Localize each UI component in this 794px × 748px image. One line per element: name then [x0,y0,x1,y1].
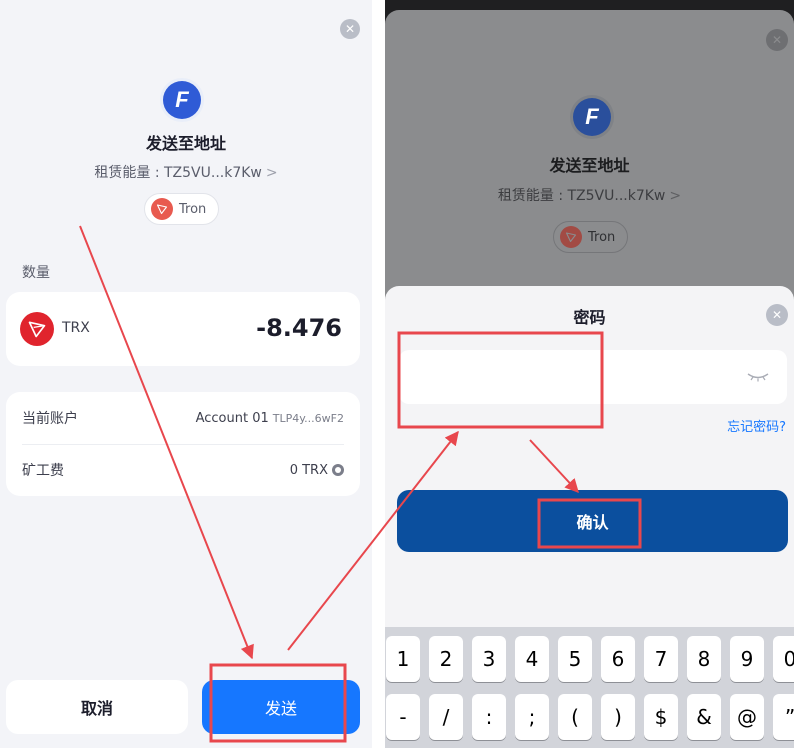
amount-section-label: 数量 [22,265,50,281]
wallet-logo-icon: F [163,81,201,119]
keyboard-key[interactable]: ” [773,694,794,740]
close-icon[interactable]: ✕ [340,19,360,39]
keyboard-key[interactable]: 1 [386,636,420,682]
close-icon: ✕ [766,29,788,51]
network-chip: Tron [553,221,629,253]
account-name: Account 01 [195,410,269,426]
network-chip-label: Tron [179,201,207,217]
send-button[interactable]: 发送 [202,680,360,734]
keyboard-row-symbols: -/:;()$&@” [385,694,794,742]
token-symbol: TRX [62,320,90,336]
keyboard-key[interactable]: 0 [773,636,794,682]
network-chip-label: Tron [588,229,616,245]
keyboard-key[interactable]: ) [601,694,635,740]
gear-icon[interactable] [332,464,344,476]
keyboard-key[interactable]: / [429,694,463,740]
keyboard-key[interactable]: 2 [429,636,463,682]
lease-energy-address-text: 租赁能量 : TZ5VU...k7Kw [497,188,666,204]
page-title: 发送至地址 [549,156,630,175]
current-account-label: 当前账户 [22,411,78,427]
forgot-password-link[interactable]: 忘记密码? [727,416,786,435]
network-fee-value: 0 TRX [289,462,328,478]
current-account-row: 当前账户 Account 01 TLP4y...6wF2 [6,392,360,444]
password-title: 密码 [573,308,606,327]
send-confirm-screen: ✕ F 发送至地址 租赁能量 : TZ5VU...k7Kw > Tron 数量 T… [0,0,372,748]
wallet-logo-icon: F [573,98,611,136]
page-title: 发送至地址 [145,134,226,153]
eye-closed-icon[interactable] [747,372,769,382]
keyboard-key[interactable]: 5 [558,636,592,682]
tron-icon [151,198,173,220]
network-fee-row[interactable]: 矿工费 0 TRX [6,444,360,496]
chevron-right-icon: > [669,188,682,204]
confirm-button[interactable]: 确认 [397,490,788,552]
transfer-amount: -8.476 [256,314,342,342]
keyboard-key[interactable]: 3 [472,636,506,682]
dimmed-send-sheet: ✕ F 发送至地址 租赁能量 : TZ5VU...k7Kw > Tron [385,10,794,300]
keyboard-key[interactable]: ( [558,694,592,740]
keyboard-key[interactable]: - [386,694,420,740]
amount-card: TRX -8.476 [6,292,360,366]
network-fee-label: 矿工费 [22,463,64,479]
keyboard-key[interactable]: & [687,694,721,740]
keyboard-key[interactable]: : [472,694,506,740]
keyboard-key[interactable]: @ [730,694,764,740]
close-icon[interactable]: ✕ [766,304,788,326]
password-screen: ✕ F 发送至地址 租赁能量 : TZ5VU...k7Kw > Tron 密码 ✕… [385,0,794,748]
details-card: 当前账户 Account 01 TLP4y...6wF2 矿工费 0 TRX [6,392,360,496]
keyboard-row-digits: 1234567890 [385,636,794,684]
chevron-right-icon: > [265,165,278,181]
numeric-keyboard: 1234567890 -/:;()$&@” [385,627,794,748]
tron-icon [560,226,582,248]
keyboard-key[interactable]: ; [515,694,549,740]
lease-energy-address: 租赁能量 : TZ5VU...k7Kw > [385,185,794,205]
account-address: TLP4y...6wF2 [272,411,344,425]
keyboard-key[interactable]: 9 [730,636,764,682]
password-input[interactable] [399,350,787,404]
keyboard-key[interactable]: 4 [515,636,549,682]
keyboard-key[interactable]: $ [644,694,678,740]
keyboard-key[interactable]: 8 [687,636,721,682]
keyboard-key[interactable]: 7 [644,636,678,682]
network-chip: Tron [144,193,220,225]
cancel-button[interactable]: 取消 [6,680,188,734]
tron-icon [20,312,54,346]
keyboard-key[interactable]: 6 [601,636,635,682]
lease-energy-address[interactable]: 租赁能量 : TZ5VU...k7Kw > [0,162,372,182]
lease-energy-address-text: 租赁能量 : TZ5VU...k7Kw [94,165,262,181]
